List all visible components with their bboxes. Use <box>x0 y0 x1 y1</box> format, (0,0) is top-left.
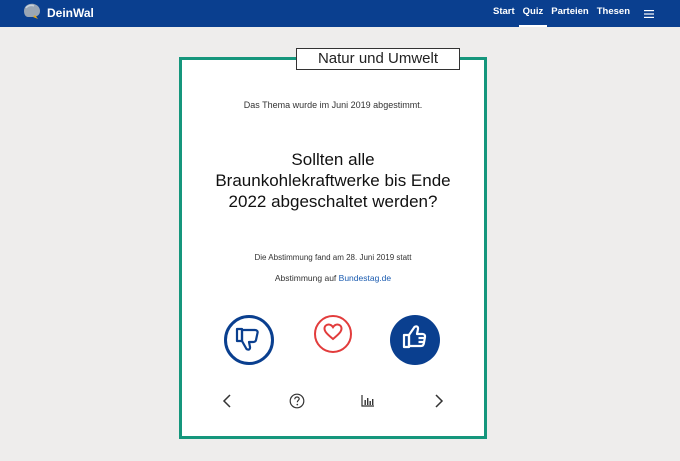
heart-icon <box>323 322 343 346</box>
thumbs-up-icon <box>400 323 430 358</box>
help-button[interactable] <box>287 393 307 413</box>
nav-links: Start Quiz Parteien Thesen <box>489 0 680 27</box>
statistics-button[interactable] <box>358 393 378 413</box>
thumbs-down-icon <box>234 323 264 358</box>
category-label: Natur und Umwelt <box>296 48 460 70</box>
brand[interactable]: DeinWal <box>22 3 94 23</box>
nav-thesen[interactable]: Thesen <box>593 0 634 27</box>
whale-logo-icon <box>22 2 42 25</box>
hamburger-menu-icon[interactable] <box>638 0 660 27</box>
vote-yes-button[interactable] <box>390 315 440 365</box>
nav-start[interactable]: Start <box>489 0 519 27</box>
bundestag-link[interactable]: Bundestag.de <box>339 273 391 283</box>
previous-button[interactable] <box>217 393 237 413</box>
topic-date-note: Das Thema wurde im Juni 2019 abgestimmt. <box>243 100 423 110</box>
top-navbar: DeinWal Start Quiz Parteien Thesen <box>0 0 680 27</box>
next-button[interactable] <box>429 393 449 413</box>
chevron-right-icon <box>434 393 444 413</box>
question-circle-icon <box>289 393 305 414</box>
nav-quiz[interactable]: Quiz <box>518 0 548 27</box>
bar-chart-icon <box>361 394 375 412</box>
favorite-button[interactable] <box>314 315 352 353</box>
brand-name: DeinWal <box>47 6 94 20</box>
nav-parteien[interactable]: Parteien <box>547 0 593 27</box>
vote-source-prefix: Abstimmung auf <box>274 273 337 283</box>
question-text: Sollten alle Braunkohlekraftwerke bis En… <box>215 150 451 211</box>
chevron-left-icon <box>222 393 232 413</box>
vote-source-line: Abstimmung auf Bundestag.de <box>179 273 487 283</box>
quiz-card <box>179 57 487 439</box>
vote-date: Die Abstimmung fand am 28. Juni 2019 sta… <box>254 253 412 262</box>
vote-no-button[interactable] <box>224 315 274 365</box>
